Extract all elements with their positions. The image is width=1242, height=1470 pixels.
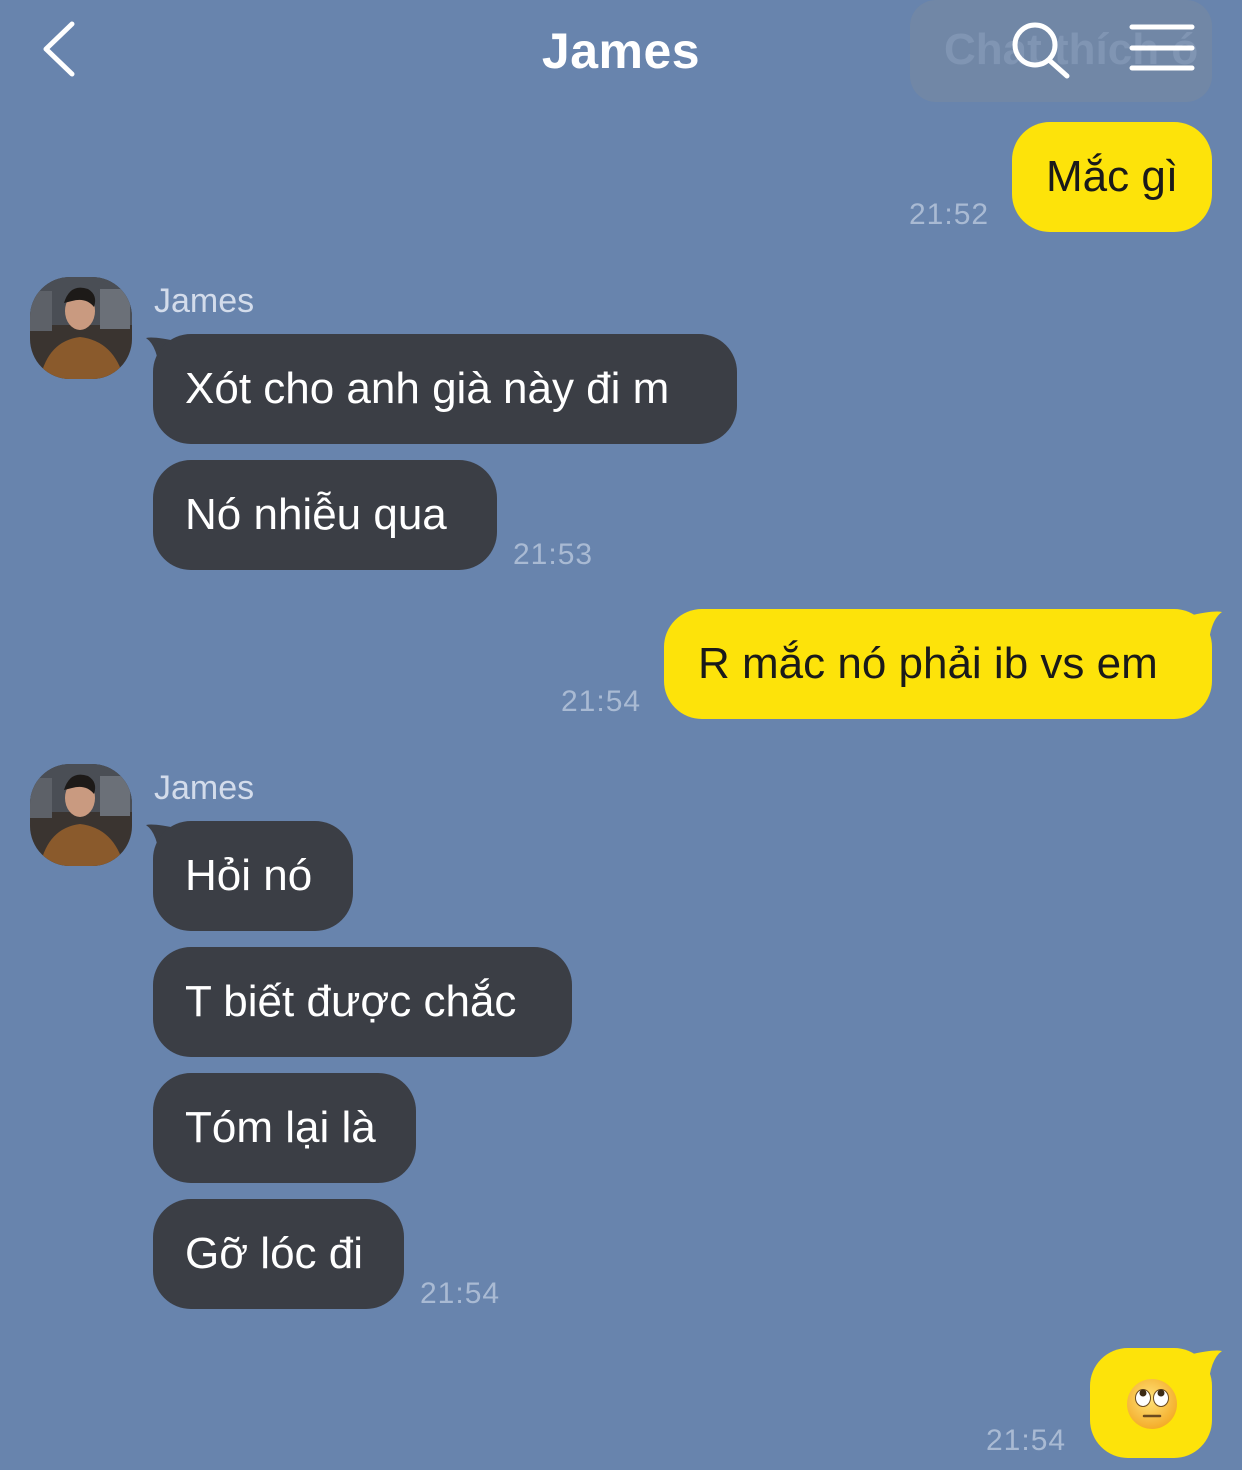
- incoming-message-bubble[interactable]: Gỡ lóc đi: [153, 1199, 404, 1309]
- avatar-photo: [30, 277, 132, 379]
- sender-name: James: [154, 282, 255, 320]
- message-timestamp: 21:54: [561, 685, 642, 718]
- outgoing-message-bubble[interactable]: R mắc nó phải ib vs em: [664, 609, 1212, 719]
- message-timestamp: 21:54: [420, 1277, 501, 1310]
- incoming-message-bubble[interactable]: Xót cho anh già này đi m: [153, 334, 737, 444]
- search-icon: [1012, 22, 1070, 79]
- bubble-tail: [1188, 1350, 1222, 1389]
- incoming-message-bubble[interactable]: Nó nhiễu qua: [153, 460, 497, 570]
- sender-name: James: [154, 769, 255, 807]
- hamburger-menu-icon: [1129, 24, 1195, 71]
- outgoing-message-bubble[interactable]: Mắc gì: [1012, 122, 1212, 232]
- message-timestamp: 21:54: [986, 1424, 1067, 1457]
- avatar[interactable]: [30, 277, 132, 379]
- face-with-rolling-eyes-emoji: [1127, 1379, 1177, 1429]
- search-button[interactable]: [1010, 20, 1072, 82]
- message-timestamp: 21:53: [513, 538, 594, 571]
- chat-header: Chat thích ó James: [0, 0, 1242, 110]
- incoming-message-bubble[interactable]: Tóm lại là: [153, 1073, 416, 1183]
- bubble-tail: [1188, 611, 1222, 650]
- avatar[interactable]: [30, 764, 132, 866]
- menu-button[interactable]: [1128, 22, 1196, 74]
- message-timestamp: 21:52: [909, 198, 990, 231]
- incoming-message-bubble[interactable]: T biết được chắc: [153, 947, 572, 1057]
- avatar-photo: [30, 764, 132, 866]
- incoming-message-bubble[interactable]: Hỏi nó: [153, 821, 353, 931]
